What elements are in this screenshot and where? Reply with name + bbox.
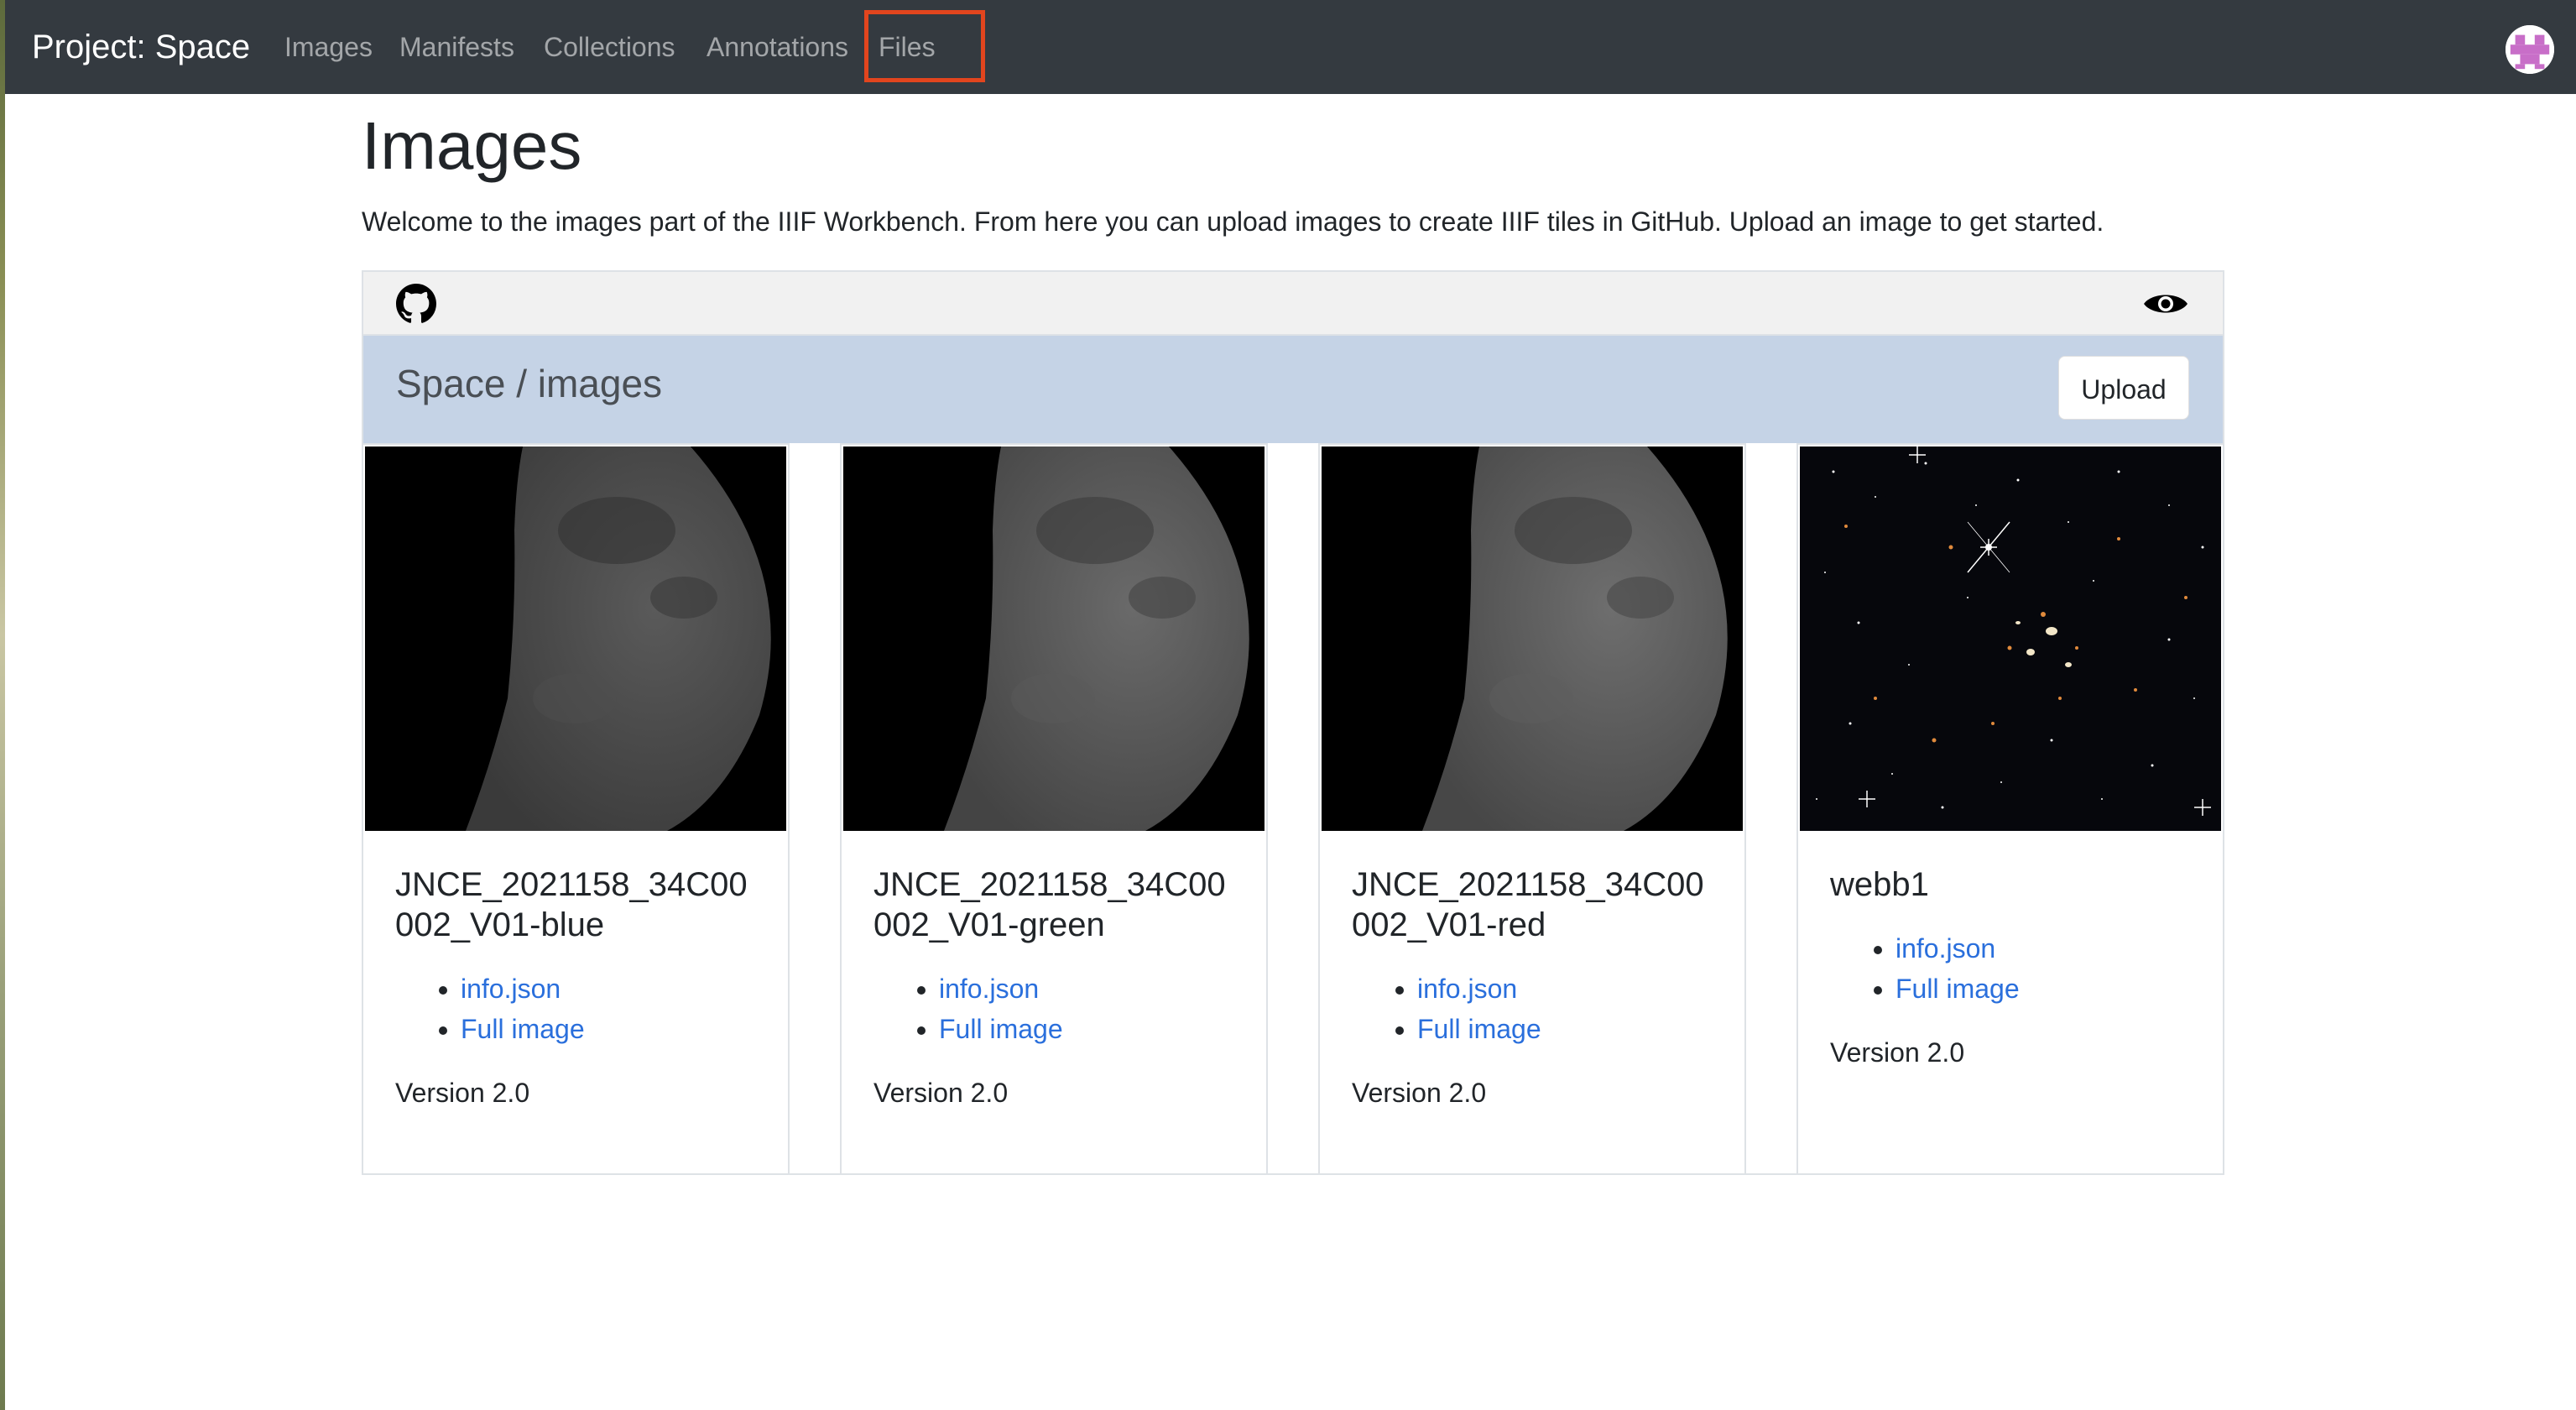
image-thumbnail[interactable] [843,446,1265,831]
list-item: info.json [1895,928,2020,969]
list-item: info.json [1417,969,1541,1009]
nav-item-manifests[interactable]: Manifests [399,0,514,94]
nav-item-images[interactable]: Images [284,0,373,94]
image-card: JNCE_2021158_34C00002_V01-blue info.json… [362,443,790,1175]
welcome-text: Welcome to the images part of the IIIF W… [362,206,2104,237]
list-item: Full image [461,1009,585,1049]
moon-thumbnail-image [365,446,786,831]
panel-toolbar [362,270,2224,336]
image-card: webb1 info.json Full image Version 2.0 [1796,443,2224,1175]
list-item: info.json [939,969,1063,1009]
image-thumbnail[interactable] [1322,446,1743,831]
version-label: Version 2.0 [873,1078,1009,1108]
image-links: info.json Full image [1830,928,2020,1009]
list-item: Full image [1895,969,2020,1009]
full-image-link[interactable]: Full image [461,1014,585,1044]
deep-field-thumbnail-image [1800,446,2221,831]
version-label: Version 2.0 [395,1078,530,1108]
list-item: Full image [939,1009,1063,1049]
repo-path: Space / images [396,362,663,405]
image-title: JNCE_2021158_34C00002_V01-red [1352,866,1704,943]
moon-thumbnail-image [1322,446,1743,831]
image-title: JNCE_2021158_34C00002_V01-green [873,866,1226,943]
info-json-link[interactable]: info.json [461,974,561,1004]
eye-icon[interactable] [2142,290,2189,318]
desktop-background [0,0,5,1410]
nav-item-annotations[interactable]: Annotations [707,0,848,94]
image-thumbnail[interactable] [1800,446,2221,831]
full-image-link[interactable]: Full image [1417,1014,1541,1044]
info-json-link[interactable]: info.json [939,974,1039,1004]
image-card: JNCE_2021158_34C00002_V01-red info.json … [1318,443,1746,1175]
upload-button[interactable]: Upload [2058,356,2189,420]
moon-thumbnail-image [843,446,1265,831]
image-links: info.json Full image [1352,969,1541,1049]
info-json-link[interactable]: info.json [1895,933,1995,964]
user-avatar[interactable] [2506,25,2554,74]
avatar-identicon-icon [2506,25,2554,74]
full-image-link[interactable]: Full image [939,1014,1063,1044]
image-title: webb1 [1830,866,1929,903]
files-highlight-box [864,10,985,82]
github-icon[interactable] [396,284,436,324]
list-item: Full image [1417,1009,1541,1049]
version-label: Version 2.0 [1352,1078,1487,1108]
image-title: JNCE_2021158_34C00002_V01-blue [395,866,748,943]
image-card: JNCE_2021158_34C00002_V01-green info.jso… [840,443,1268,1175]
image-thumbnail[interactable] [365,446,786,831]
info-json-link[interactable]: info.json [1417,974,1517,1004]
full-image-link[interactable]: Full image [1895,974,2020,1004]
page-title: Images [362,108,582,183]
nav-item-collections[interactable]: Collections [544,0,675,94]
image-links: info.json Full image [395,969,585,1049]
project-brand[interactable]: Project: Space [32,0,250,94]
image-links: info.json Full image [873,969,1063,1049]
top-navbar: Project: Space Images Manifests Collecti… [5,0,2576,94]
version-label: Version 2.0 [1830,1037,1965,1068]
list-item: info.json [461,969,585,1009]
